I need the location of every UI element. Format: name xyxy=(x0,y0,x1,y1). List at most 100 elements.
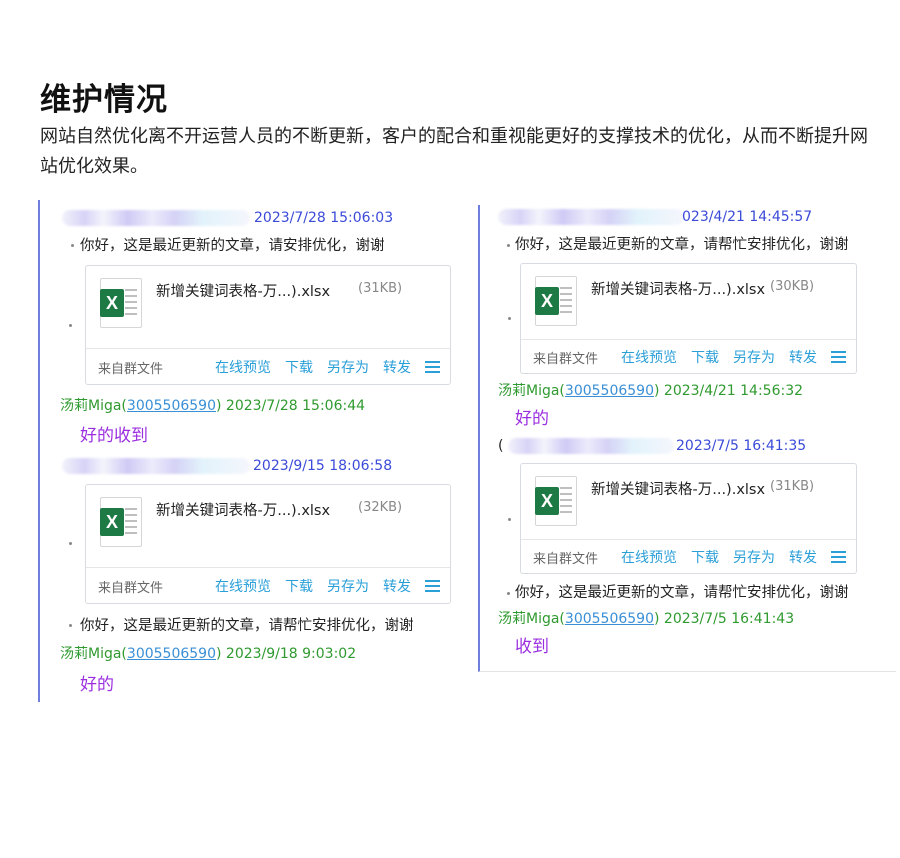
file-actions: 在线预览 下载 另存为 转发 xyxy=(215,576,440,596)
file-actions: 在线预览 下载 另存为 转发 xyxy=(621,347,846,367)
bullet xyxy=(69,542,72,545)
sender-qq-link[interactable]: 3005506590 xyxy=(565,383,654,399)
message-text[interactable]: 你好，这是最近更新的文章，请帮忙安排优化，谢谢 xyxy=(515,234,849,256)
file-name[interactable]: 新增关键词表格-万...).xlsx xyxy=(591,478,765,499)
save-as-link[interactable]: 另存为 xyxy=(733,347,775,367)
file-card[interactable]: X 新增关键词表格-万...).xlsx (31KB) 来自群文件 在线预览 下… xyxy=(85,265,451,385)
message-header: 023/4/21 14:45:57 xyxy=(498,207,878,227)
save-as-link[interactable]: 另存为 xyxy=(327,576,369,596)
sender-name: 汤莉Miga( xyxy=(498,611,565,627)
download-link[interactable]: 下载 xyxy=(691,547,719,567)
blurred-sender-name xyxy=(508,438,674,454)
message-text[interactable]: 你好，这是最近更新的文章，请帮忙安排优化，谢谢 xyxy=(515,582,849,604)
sender-name-close: ) xyxy=(215,398,222,414)
divider xyxy=(521,339,856,340)
excel-file-icon: X xyxy=(535,476,577,526)
message-text[interactable]: 你好，这是最近更新的文章，请安排优化，谢谢 xyxy=(80,235,385,257)
excel-file-icon: X xyxy=(100,278,142,328)
save-as-link[interactable]: 另存为 xyxy=(327,357,369,377)
bullet xyxy=(508,518,511,521)
file-size: (30KB) xyxy=(770,279,815,294)
file-source-label: 来自群文件 xyxy=(98,362,164,377)
sender-qq-link[interactable]: 3005506590 xyxy=(127,646,216,662)
menu-icon[interactable] xyxy=(831,351,846,363)
blurred-sender-name xyxy=(62,210,250,226)
file-name[interactable]: 新增关键词表格-万...).xlsx xyxy=(156,499,330,520)
reply-timestamp: 2023/4/21 14:56:32 xyxy=(663,383,804,399)
download-link[interactable]: 下载 xyxy=(285,357,313,377)
file-card[interactable]: X 新增关键词表格-万...).xlsx (30KB) 来自群文件 在线预览 下… xyxy=(520,263,857,374)
download-link[interactable]: 下载 xyxy=(691,347,719,367)
menu-icon[interactable] xyxy=(425,361,440,373)
reply-timestamp: 2023/7/5 16:41:43 xyxy=(663,611,795,627)
divider xyxy=(86,348,450,349)
sender-name-close: ) xyxy=(215,646,222,662)
reply-text[interactable]: 收到 xyxy=(515,636,549,658)
preview-link[interactable]: 在线预览 xyxy=(621,347,677,367)
sender-line: 汤莉Miga(3005506590) 2023/4/21 14:56:32 xyxy=(498,381,803,401)
file-name[interactable]: 新增关键词表格-万...).xlsx xyxy=(156,280,330,301)
sender-name-close: ) xyxy=(653,611,660,627)
sender-line: 汤莉Miga(3005506590) 2023/7/5 16:41:43 xyxy=(498,609,794,629)
message-header: 2023/9/15 18:06:58 xyxy=(60,456,420,476)
divider xyxy=(521,539,856,540)
excel-file-icon: X xyxy=(535,276,577,326)
file-size: (31KB) xyxy=(770,479,815,494)
file-actions: 在线预览 下载 另存为 转发 xyxy=(621,547,846,567)
file-source-label: 来自群文件 xyxy=(533,552,599,567)
message-timestamp: 2023/7/28 15:06:03 xyxy=(254,210,394,226)
file-name[interactable]: 新增关键词表格-万...).xlsx xyxy=(591,278,765,299)
bullet xyxy=(507,244,510,247)
blurred-sender-name xyxy=(62,458,250,474)
preview-link[interactable]: 在线预览 xyxy=(215,357,271,377)
sender-name-close: ) xyxy=(653,383,660,399)
preview-link[interactable]: 在线预览 xyxy=(215,576,271,596)
message-header: ( 2023/7/5 16:41:35 xyxy=(498,436,878,456)
chat-panel-right: 023/4/21 14:45:57 你好，这是最近更新的文章，请帮忙安排优化，谢… xyxy=(478,205,896,672)
sender-name: 汤莉Miga( xyxy=(60,646,127,662)
bullet xyxy=(69,324,72,327)
sender-line: 汤莉Miga(3005506590) 2023/7/28 15:06:44 xyxy=(60,396,365,416)
page-title: 维护情况 xyxy=(40,82,168,118)
file-size: (32KB) xyxy=(358,500,403,515)
file-actions: 在线预览 下载 另存为 转发 xyxy=(215,357,440,377)
chat-panel-left: 2023/7/28 15:06:03 你好，这是最近更新的文章，请安排优化，谢谢… xyxy=(38,200,458,702)
file-size: (31KB) xyxy=(358,281,403,296)
sender-qq-link[interactable]: 3005506590 xyxy=(127,398,216,414)
bullet xyxy=(507,592,510,595)
forward-link[interactable]: 转发 xyxy=(383,576,411,596)
message-text[interactable]: 你好，这是最近更新的文章，请帮忙安排优化，谢谢 xyxy=(80,615,414,637)
reply-timestamp: 2023/9/18 9:03:02 xyxy=(225,646,357,662)
forward-link[interactable]: 转发 xyxy=(789,347,817,367)
reply-text[interactable]: 好的收到 xyxy=(80,425,148,447)
sender-line: 汤莉Miga(3005506590) 2023/9/18 9:03:02 xyxy=(60,644,356,664)
file-card[interactable]: X 新增关键词表格-万...).xlsx (31KB) 来自群文件 在线预览 下… xyxy=(520,463,857,574)
forward-link[interactable]: 转发 xyxy=(383,357,411,377)
save-as-link[interactable]: 另存为 xyxy=(733,547,775,567)
excel-file-icon: X xyxy=(100,497,142,547)
file-card[interactable]: X 新增关键词表格-万...).xlsx (32KB) 来自群文件 在线预览 下… xyxy=(85,484,451,604)
preview-link[interactable]: 在线预览 xyxy=(621,547,677,567)
bullet xyxy=(508,317,511,320)
sender-name: 汤莉Miga( xyxy=(60,398,127,414)
message-timestamp: 2023/7/5 16:41:35 xyxy=(676,438,807,454)
menu-icon[interactable] xyxy=(831,551,846,563)
message-header: 2023/7/28 15:06:03 xyxy=(60,208,420,228)
message-timestamp: 023/4/21 14:45:57 xyxy=(682,209,813,225)
sender-name: 汤莉Miga( xyxy=(498,383,565,399)
file-source-label: 来自群文件 xyxy=(533,352,599,367)
sender-qq-link[interactable]: 3005506590 xyxy=(565,611,654,627)
page-description: 网站自然优化离不开运营人员的不断更新，客户的配合和重视能更好的支撑技术的优化，从… xyxy=(40,126,868,177)
reply-text[interactable]: 好的 xyxy=(80,674,114,696)
forward-link[interactable]: 转发 xyxy=(789,547,817,567)
menu-icon[interactable] xyxy=(425,580,440,592)
message-timestamp: 2023/9/15 18:06:58 xyxy=(253,458,393,474)
reply-text[interactable]: 好的 xyxy=(515,408,549,430)
bullet xyxy=(71,244,74,247)
reply-timestamp: 2023/7/28 15:06:44 xyxy=(225,398,366,414)
download-link[interactable]: 下载 xyxy=(285,576,313,596)
bullet xyxy=(69,624,72,627)
message-prefix: ( xyxy=(498,438,504,454)
file-source-label: 来自群文件 xyxy=(98,581,164,596)
blurred-sender-name xyxy=(498,209,684,225)
